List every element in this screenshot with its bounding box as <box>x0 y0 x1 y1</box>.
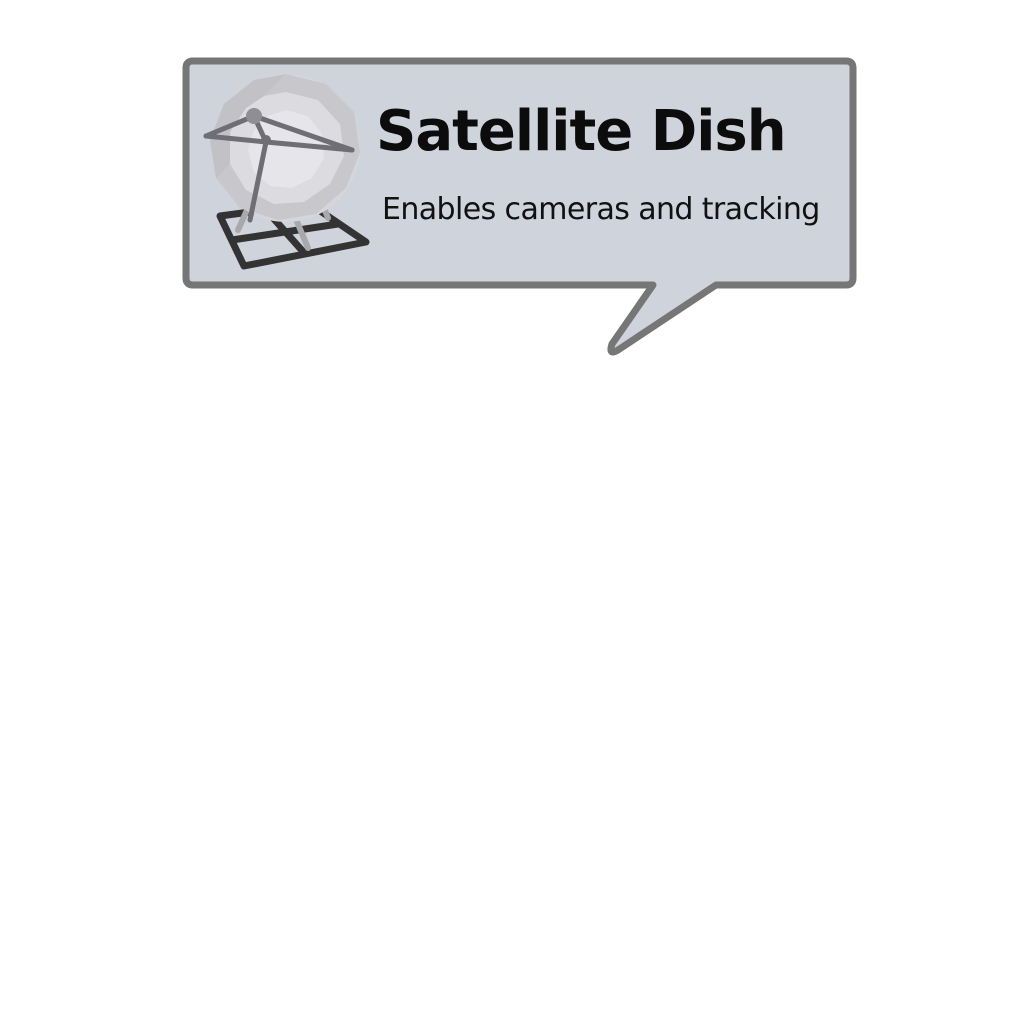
game-screen: Satellite Dish Enables cameras and track… <box>0 0 1024 1024</box>
dish-feed-joint <box>261 135 271 145</box>
dish-feed-horn <box>246 108 262 124</box>
satellite-dish-icon <box>203 74 370 270</box>
tooltip-description: Enables cameras and tracking <box>382 192 820 227</box>
tooltip-title: Satellite Dish <box>376 99 787 164</box>
